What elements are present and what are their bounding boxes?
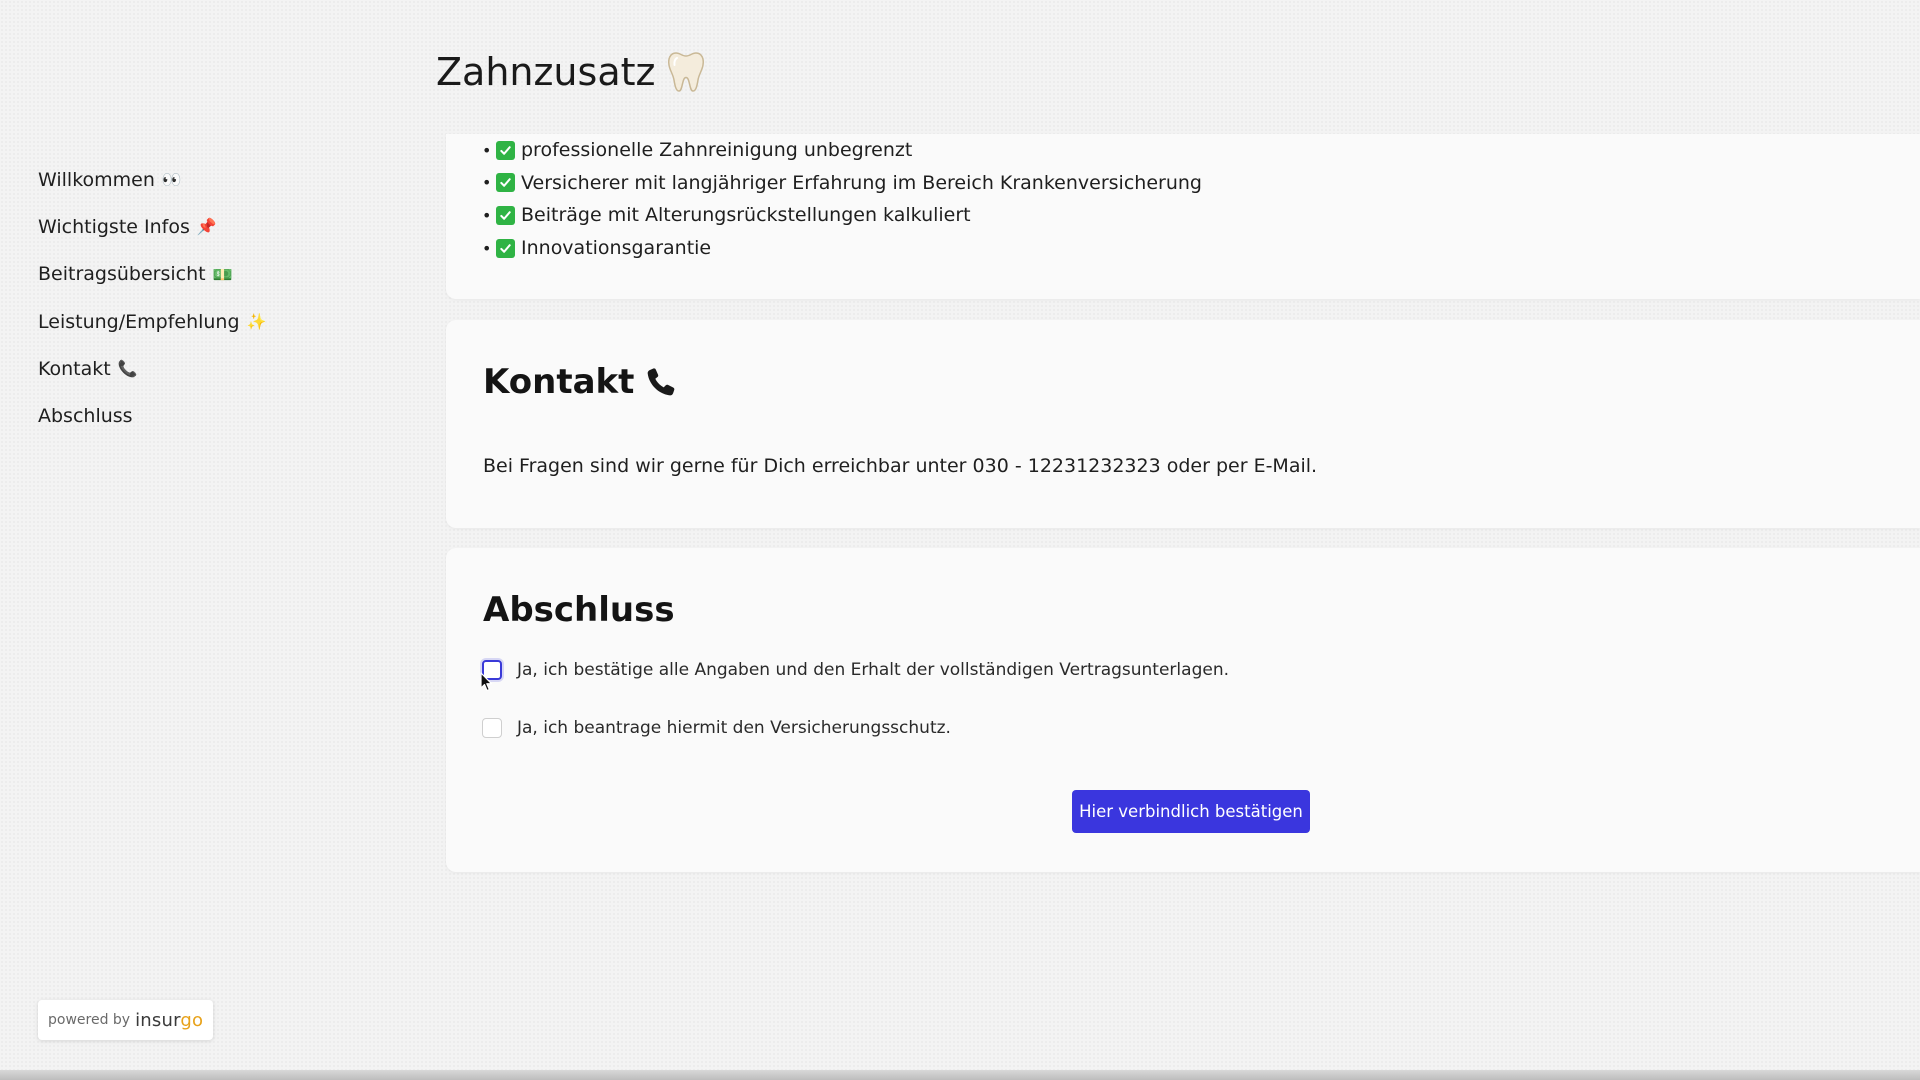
insurgo-logo: insurgo	[135, 1009, 204, 1031]
benefit-text: Beiträge mit Alterungsrückstellungen kal…	[521, 204, 971, 227]
apply-insurance-checkbox[interactable]	[482, 718, 502, 738]
sidebar-item-abschluss[interactable]: Abschluss	[38, 392, 378, 439]
checkmark-icon	[496, 205, 515, 225]
powered-by-label: powered by	[48, 1012, 131, 1028]
list-item: • Versicherer mit langjähriger Erfahrung…	[482, 171, 1202, 194]
phone-icon: 📞	[117, 359, 138, 379]
sidebar-item-beitragsuebersicht[interactable]: Beitragsübersicht 💵	[38, 251, 378, 298]
sidebar-item-leistung-empfehlung[interactable]: Leistung/Empfehlung ✨	[38, 298, 378, 345]
sidebar-item-label: Willkommen	[38, 168, 155, 191]
mouse-cursor-icon	[480, 672, 493, 692]
list-item: • Beiträge mit Alterungsrückstellungen k…	[482, 204, 971, 227]
benefits-list: • professionelle Zahnreinigung unbegrenz…	[482, 134, 1202, 264]
sidebar-item-label: Wichtigste Infos	[38, 215, 190, 238]
abschluss-card: Abschluss Ja, ich bestätige alle Angaben…	[446, 548, 1920, 872]
sidebar-item-label: Beitragsübersicht	[38, 263, 206, 286]
apply-insurance-label: Ja, ich beantrage hiermit den Versicheru…	[517, 718, 951, 738]
kontakt-title: Kontakt	[483, 362, 678, 402]
apply-insurance-row[interactable]: Ja, ich beantrage hiermit den Versicheru…	[482, 718, 951, 738]
window-bottom-edge	[0, 1070, 1920, 1080]
checkmark-icon	[496, 173, 515, 193]
kontakt-title-text: Kontakt	[483, 362, 635, 402]
kontakt-card: Kontakt Bei Fragen sind wir gerne für Di…	[446, 320, 1920, 528]
tooth-icon	[668, 52, 705, 92]
page-title: Zahnzusatz	[436, 50, 705, 94]
sidebar-item-label: Leistung/Empfehlung	[38, 310, 240, 333]
benefits-card: • professionelle Zahnreinigung unbegrenz…	[446, 134, 1920, 299]
benefit-text: professionelle Zahnreinigung unbegrenzt	[521, 139, 913, 162]
checkmark-icon	[496, 238, 515, 258]
money-icon: 💵	[212, 264, 233, 284]
powered-by-badge[interactable]: powered by insurgo	[38, 1000, 214, 1040]
pushpin-icon: 📌	[196, 217, 217, 237]
sidebar-item-label: Abschluss	[38, 405, 133, 428]
contact-text: Bei Fragen sind wir gerne für Dich errei…	[483, 455, 1318, 477]
sparkles-icon: ✨	[246, 312, 267, 332]
sidebar-nav: Willkommen 👀 Wichtigste Infos 📌 Beitrags…	[38, 156, 378, 440]
benefit-text: Innovationsgarantie	[521, 237, 712, 260]
list-item: • professionelle Zahnreinigung unbegrenz…	[482, 139, 913, 162]
checkmark-icon	[496, 140, 515, 160]
benefit-text: Versicherer mit langjähriger Erfahrung i…	[521, 171, 1202, 194]
confirm-submit-button[interactable]: Hier verbindlich bestätigen	[1072, 790, 1310, 833]
list-item: • Innovationsgarantie	[482, 237, 712, 260]
sidebar-item-label: Kontakt	[38, 357, 111, 380]
sidebar-item-willkommen[interactable]: Willkommen 👀	[38, 156, 378, 203]
page-title-text: Zahnzusatz	[436, 50, 656, 94]
abschluss-title: Abschluss	[483, 590, 675, 630]
sidebar-item-kontakt[interactable]: Kontakt 📞	[38, 345, 378, 392]
confirm-details-row[interactable]: Ja, ich bestätige alle Angaben und den E…	[482, 660, 1229, 680]
sidebar-item-wichtigste-infos[interactable]: Wichtigste Infos 📌	[38, 203, 378, 250]
eyes-icon: 👀	[161, 170, 182, 190]
phone-icon	[648, 368, 675, 396]
confirm-details-label: Ja, ich bestätige alle Angaben und den E…	[517, 660, 1229, 680]
